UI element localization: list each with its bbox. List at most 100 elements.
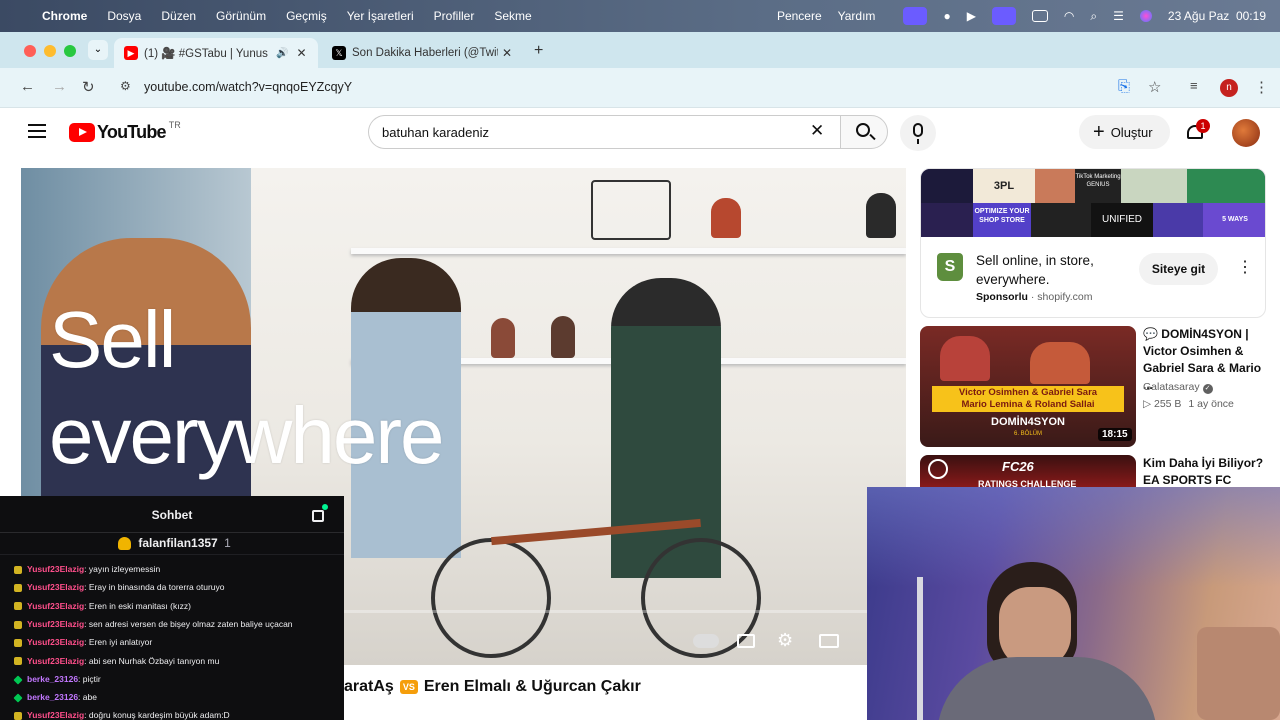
ad-card[interactable]: 3PL TikTok Marketing GENIUS OPTIMIZE YOU… [920, 168, 1266, 318]
ad-tile-label: 5 WAYS [1203, 203, 1265, 237]
tab-youtube[interactable]: ▶ (1) 🎥 #GSTabu | Yunus Akgün… 🔊 ✕ [114, 38, 318, 68]
notifications-button[interactable]: 1 [1184, 119, 1210, 145]
menu-item-history[interactable]: Geçmiş [286, 9, 327, 23]
hamburger-menu-icon[interactable] [28, 124, 46, 138]
new-tab-plus-icon[interactable]: + [534, 42, 543, 60]
settings-gear-icon[interactable]: ⚙ [777, 630, 793, 651]
mirroring-icon[interactable] [991, 7, 1016, 25]
create-label: Oluştur [1110, 124, 1153, 140]
tab-search-chevron-icon[interactable]: ⌄ [88, 40, 108, 60]
visit-site-button[interactable]: Siteye git [1139, 253, 1218, 285]
search-input[interactable]: batuhan karadeniz [382, 125, 489, 140]
menu-item-edit[interactable]: Düzen [161, 9, 196, 23]
chat-text: : abi sen Nurhak Özbayi tanıyon mu [84, 655, 220, 666]
menu-item-view[interactable]: Görünüm [216, 9, 266, 23]
menu-item-profiles[interactable]: Profiller [434, 9, 475, 23]
pinned-gift-row[interactable]: falanfilan1357 1 [118, 536, 231, 551]
profile-avatar[interactable]: n [1220, 79, 1238, 97]
chat-username[interactable]: Yusuf23Elazig [27, 582, 84, 592]
account-avatar[interactable] [1232, 119, 1260, 147]
thumb-caption-line: Mario Lemina & Roland Sallai [961, 399, 1095, 410]
voice-search-button[interactable] [900, 115, 936, 151]
bicycle-wheel-shape [431, 538, 551, 658]
menubar-clock[interactable]: 23 Ağu Paz 00:19 [1168, 9, 1266, 23]
recommendation-title[interactable]: Kim Daha İyi Biliyor? EA SPORTS FC [1143, 455, 1267, 488]
minimize-window-button[interactable] [44, 45, 56, 57]
clear-search-icon[interactable]: ✕ [810, 121, 824, 141]
chat-username[interactable]: Yusuf23Elazig [27, 564, 84, 574]
sub-badge-icon [14, 657, 22, 666]
subtitles-icon[interactable] [737, 634, 755, 648]
sub-badge-icon [14, 602, 22, 611]
site-info-icon[interactable]: ⚙ [120, 79, 131, 93]
thumb-caption-line: FC26 [1002, 459, 1034, 474]
close-tab-icon[interactable]: ✕ [502, 46, 512, 60]
youtube-wordmark: YouTube [97, 122, 167, 142]
chat-username[interactable]: Yusuf23Elazig [27, 637, 84, 647]
menu-item-bookmarks[interactable]: Yer İşaretleri [347, 9, 414, 23]
screen-share-icon[interactable] [903, 7, 928, 25]
back-arrow-icon[interactable]: ← [20, 78, 35, 95]
siri-icon[interactable] [1139, 10, 1152, 22]
chat-username[interactable]: Yusuf23Elazig [27, 656, 84, 666]
chat-text: : doğru konuş kardeşim büyük adam:D [84, 710, 230, 720]
recommendation-stats: ▷ 255 B 1 ay önce [1143, 398, 1234, 410]
video-title-left: aratAş [344, 678, 394, 695]
view-count: ▷ 255 B [1143, 398, 1182, 410]
chat-username[interactable]: Yusuf23Elazig [27, 710, 84, 720]
menu-item-tab[interactable]: Sekme [494, 9, 531, 23]
video-title-right: Eren Elmalı & Uğurcan Çakır [423, 678, 641, 695]
sub-badge-icon [14, 565, 22, 574]
vs-badge: VS [399, 680, 418, 694]
menu-item-file[interactable]: Dosya [107, 9, 141, 23]
chat-text: : sen adresi versen de bişey olmaz zaten… [84, 618, 293, 629]
close-tab-icon[interactable]: ✕ [296, 46, 306, 60]
install-app-icon[interactable]: ⎘ [1118, 78, 1130, 95]
reload-icon[interactable]: ↻ [82, 78, 95, 96]
chat-username[interactable]: Yusuf23Elazig [27, 619, 84, 629]
recommendation-channel[interactable]: Galatasaray ✓ [1143, 381, 1213, 394]
youtube-play-logo-icon [69, 123, 95, 142]
ad-title[interactable]: Sell online, in store, everywhere. [976, 251, 1126, 289]
menu-item-help[interactable]: Yardım [838, 9, 876, 23]
chat-username[interactable]: Yusuf23Elazig [27, 601, 84, 611]
menu-item-window[interactable]: Pencere [777, 9, 822, 23]
menu-app-name[interactable]: Chrome [42, 9, 87, 23]
forward-arrow-icon[interactable]: → [52, 78, 67, 95]
battery-icon[interactable] [1031, 10, 1048, 22]
recommendation-thumbnail[interactable]: FC26 RATINGS CHALLENGE [920, 455, 1136, 488]
maximize-window-button[interactable] [64, 45, 76, 57]
webcam-status-icon[interactable]: ● [943, 9, 950, 23]
chrome-menu-kebab-icon[interactable]: ⋮ [1254, 78, 1269, 96]
ad-tile-label: OPTIMIZE YOUR SHOP STORE [973, 203, 1031, 237]
create-button[interactable]: + Oluştur [1079, 115, 1170, 149]
saddle-shape [551, 316, 575, 358]
wifi-icon[interactable]: ◠ [1064, 9, 1074, 23]
control-center-icon[interactable]: ☰ [1113, 9, 1124, 23]
chat-username[interactable]: berke_23126 [27, 674, 78, 684]
duration-badge: 18:15 [1098, 428, 1132, 441]
autoplay-toggle[interactable] [693, 634, 719, 648]
url-text[interactable]: youtube.com/watch?v=qnqoEYZcqyY [144, 80, 352, 94]
play-status-icon[interactable]: ▶ [967, 9, 976, 23]
chat-header-title: Sohbet [151, 508, 193, 522]
pinned-count: 1 [224, 536, 231, 550]
speaker-icon[interactable]: 🔊 [276, 48, 288, 59]
overlay-line-2: everywhere [49, 391, 445, 480]
tab-twitter[interactable]: 𝕏 Son Dakika Haberleri (@Twitter… ✕ [322, 38, 522, 68]
reading-list-icon[interactable]: ≡ [1190, 78, 1198, 93]
chat-users-icon[interactable] [312, 504, 328, 522]
ad-tile-label: UNIFIED [1091, 203, 1153, 237]
youtube-logo[interactable]: YouTube TR [69, 119, 181, 143]
search-button[interactable] [840, 115, 888, 149]
country-code: TR [168, 119, 181, 130]
x-favicon-icon: 𝕏 [332, 46, 346, 60]
theater-mode-icon[interactable] [819, 634, 839, 648]
tab-title: (1) 🎥 #GSTabu | Yunus Akgün… [144, 48, 270, 60]
spotlight-search-icon[interactable]: ⌕ [1090, 9, 1097, 24]
close-window-button[interactable] [24, 45, 36, 57]
chat-username[interactable]: berke_23126 [27, 692, 78, 702]
recommendation-thumbnail[interactable]: Victor Osimhen & Gabriel Sara Mario Lemi… [920, 326, 1136, 447]
ad-more-kebab-icon[interactable]: ⋮ [1237, 257, 1253, 277]
bookmark-star-icon[interactable]: ☆ [1148, 78, 1161, 96]
